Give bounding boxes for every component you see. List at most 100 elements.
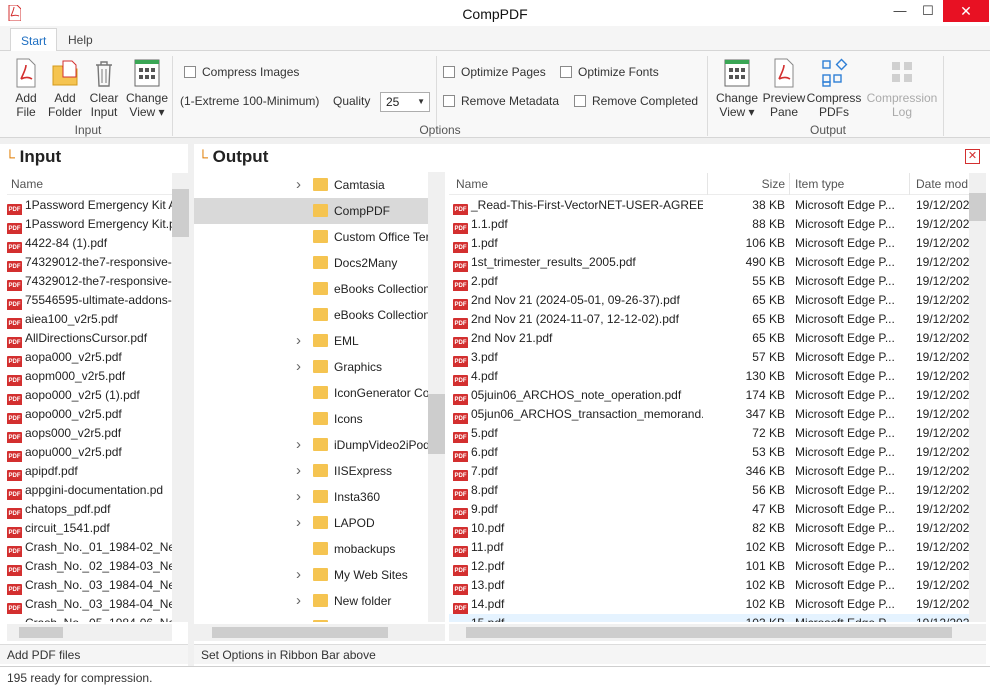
tab-start[interactable]: Start: [10, 28, 58, 52]
list-item[interactable]: PDF appgini-documentation.pd: [7, 481, 172, 500]
folder-item[interactable]: New folder (2): [194, 614, 428, 622]
list-item[interactable]: PDF aopo000_v2r5 (1).pdf: [7, 386, 172, 405]
folder-item[interactable]: › New folder: [194, 588, 428, 614]
table-row[interactable]: PDF 2nd Nov 21 (2024-05-01, 09-26-37).pdf…: [449, 291, 969, 310]
chevron-right-icon[interactable]: ›: [296, 432, 301, 458]
list-item[interactable]: PDF chatops_pdf.pdf: [7, 500, 172, 519]
close-button[interactable]: ✕: [943, 0, 989, 22]
list-item[interactable]: PDF Crash_No._03_1984-04_New: [7, 595, 172, 614]
folder-item[interactable]: › EML: [194, 328, 428, 354]
preview-pane-button[interactable]: Preview Pane: [762, 56, 806, 119]
list-item[interactable]: PDF 1Password Emergency Kit A: [7, 196, 172, 215]
chevron-right-icon[interactable]: ›: [296, 510, 301, 536]
remove-completed-checkbox[interactable]: Remove Completed: [574, 94, 698, 108]
table-row[interactable]: PDF15.pdf 103 KB Microsoft Edge P... 19/12/…: [449, 614, 969, 622]
folder-item[interactable]: eBooks Collection: [194, 302, 428, 328]
table-row[interactable]: PDF 11.pdf 102 KB Microsoft Edge P... 19/12/…: [449, 538, 969, 557]
folder-scrollbar-h[interactable]: [194, 624, 445, 641]
chevron-right-icon[interactable]: ›: [296, 354, 301, 380]
table-row[interactable]: PDF 4.pdf 130 KB Microsoft Edge P... 19/12/2…: [449, 367, 969, 386]
list-item[interactable]: PDF 4422-84 (1).pdf: [7, 234, 172, 253]
list-item[interactable]: PDF aopm000_v2r5.pdf: [7, 367, 172, 386]
col-date[interactable]: Date mod: [916, 177, 968, 191]
table-row[interactable]: PDF 05juin06_ARCHOS_note_operation.pdf 174…: [449, 386, 969, 405]
folder-item[interactable]: Docs2Many: [194, 250, 428, 276]
list-item[interactable]: PDF 74329012-the7-responsive-: [7, 253, 172, 272]
tab-help[interactable]: Help: [58, 28, 103, 52]
output-file-list[interactable]: PDF _Read-This-First-VectorNET-USER-AGREE…: [449, 196, 969, 622]
table-row[interactable]: PDF 1.pdf 106 KB Microsoft Edge P... 19/12/2…: [449, 234, 969, 253]
quality-select[interactable]: 25 ▼: [380, 92, 430, 112]
table-row[interactable]: PDF 9.pdf 47 KB Microsoft Edge P... 19/12/20…: [449, 500, 969, 519]
table-row[interactable]: PDF 05jun06_ARCHOS_transaction_memorand..…: [449, 405, 969, 424]
folder-item[interactable]: mobackups: [194, 536, 428, 562]
folder-item[interactable]: Custom Office Ter: [194, 224, 428, 250]
minimize-button[interactable]: —: [885, 0, 915, 22]
folder-item[interactable]: › IISExpress: [194, 458, 428, 484]
clear-input-button[interactable]: Clear Input: [84, 56, 124, 119]
folder-item[interactable]: › LAPOD: [194, 510, 428, 536]
list-item[interactable]: PDF apipdf.pdf: [7, 462, 172, 481]
scroll-thumb[interactable]: [172, 189, 189, 237]
folder-item[interactable]: CompPDF: [194, 198, 428, 224]
list-item[interactable]: PDF aops000_v2r5.pdf: [7, 424, 172, 443]
compress-images-checkbox[interactable]: Compress Images: [184, 65, 299, 79]
list-item[interactable]: PDF 75546595-ultimate-addons-: [7, 291, 172, 310]
scroll-thumb[interactable]: [19, 627, 63, 638]
list-item[interactable]: PDF aopa000_v2r5.pdf: [7, 348, 172, 367]
folder-item[interactable]: › Camtasia: [194, 172, 428, 198]
col-size[interactable]: Size: [719, 177, 785, 191]
scroll-thumb[interactable]: [969, 193, 986, 221]
list-item[interactable]: PDF aopo000_v2r5.pdf: [7, 405, 172, 424]
folder-item[interactable]: › Insta360: [194, 484, 428, 510]
folder-item[interactable]: Icons: [194, 406, 428, 432]
list-item[interactable]: PDF Crash_No._01_1984-02_New: [7, 538, 172, 557]
table-row[interactable]: PDF 12.pdf 101 KB Microsoft Edge P... 19/12/…: [449, 557, 969, 576]
compress-pdfs-button[interactable]: Compress PDFs: [806, 56, 862, 119]
add-folder-button[interactable]: Add Folder: [45, 56, 85, 119]
output-scrollbar-v[interactable]: [969, 173, 986, 622]
optimize-pages-checkbox[interactable]: Optimize Pages: [443, 65, 546, 79]
chevron-right-icon[interactable]: ›: [296, 484, 301, 510]
input-col-name[interactable]: Name: [7, 173, 172, 195]
folder-scrollbar-v[interactable]: [428, 172, 445, 622]
list-item[interactable]: PDF 74329012-the7-responsive-: [7, 272, 172, 291]
chevron-right-icon[interactable]: ›: [296, 458, 301, 484]
change-view-output-button[interactable]: Change View ▾: [715, 56, 759, 119]
optimize-fonts-checkbox[interactable]: Optimize Fonts: [560, 65, 659, 79]
input-file-list[interactable]: PDF 1Password Emergency Kit A PDF 1Password…: [7, 196, 172, 622]
scroll-thumb[interactable]: [428, 394, 445, 454]
folder-tree[interactable]: › Camtasia CompPDF Custom Office Ter Docs2Ma…: [194, 172, 428, 622]
folder-item[interactable]: › iDumpVideo2iPod: [194, 432, 428, 458]
scroll-thumb[interactable]: [466, 627, 952, 638]
list-item[interactable]: PDF aiea100_v2r5.pdf: [7, 310, 172, 329]
table-row[interactable]: PDF 13.pdf 102 KB Microsoft Edge P... 19/12/…: [449, 576, 969, 595]
list-item[interactable]: PDF 1Password Emergency Kit.p: [7, 215, 172, 234]
table-row[interactable]: PDF 5.pdf 72 KB Microsoft Edge P... 19/12/20…: [449, 424, 969, 443]
compression-log-button[interactable]: Compression Log: [864, 56, 940, 119]
table-row[interactable]: PDF 7.pdf 346 KB Microsoft Edge P... 19/12/2…: [449, 462, 969, 481]
col-type[interactable]: Item type: [795, 177, 844, 191]
close-pane-icon[interactable]: ✕: [965, 149, 980, 164]
input-scrollbar-v[interactable]: [172, 173, 189, 622]
table-row[interactable]: PDF 1.1.pdf 88 KB Microsoft Edge P... 19/12/…: [449, 215, 969, 234]
chevron-right-icon[interactable]: ›: [296, 562, 301, 588]
list-item[interactable]: PDF AllDirectionsCursor.pdf: [7, 329, 172, 348]
table-row[interactable]: PDF 2.pdf 55 KB Microsoft Edge P... 19/12/20…: [449, 272, 969, 291]
output-scrollbar-h[interactable]: [449, 624, 986, 641]
table-row[interactable]: PDF 8.pdf 56 KB Microsoft Edge P... 19/12/20…: [449, 481, 969, 500]
maximize-button[interactable]: ☐: [913, 0, 943, 22]
list-item[interactable]: PDFCrash_No._05_1984-06_New: [7, 614, 172, 622]
input-scrollbar-h[interactable]: [7, 624, 172, 641]
table-row[interactable]: PDF 3.pdf 57 KB Microsoft Edge P... 19/12/20…: [449, 348, 969, 367]
list-item[interactable]: PDF aopu000_v2r5.pdf: [7, 443, 172, 462]
folder-item[interactable]: › My Web Sites: [194, 562, 428, 588]
folder-item[interactable]: › Graphics: [194, 354, 428, 380]
list-item[interactable]: PDF Crash_No._02_1984-03_New: [7, 557, 172, 576]
chevron-right-icon[interactable]: ›: [296, 172, 301, 198]
table-row[interactable]: PDF _Read-This-First-VectorNET-USER-AGREE…: [449, 196, 969, 215]
scroll-thumb[interactable]: [212, 627, 388, 638]
table-row[interactable]: PDF 10.pdf 82 KB Microsoft Edge P... 19/12/2…: [449, 519, 969, 538]
list-item[interactable]: PDF circuit_1541.pdf: [7, 519, 172, 538]
chevron-right-icon[interactable]: ›: [296, 588, 301, 614]
